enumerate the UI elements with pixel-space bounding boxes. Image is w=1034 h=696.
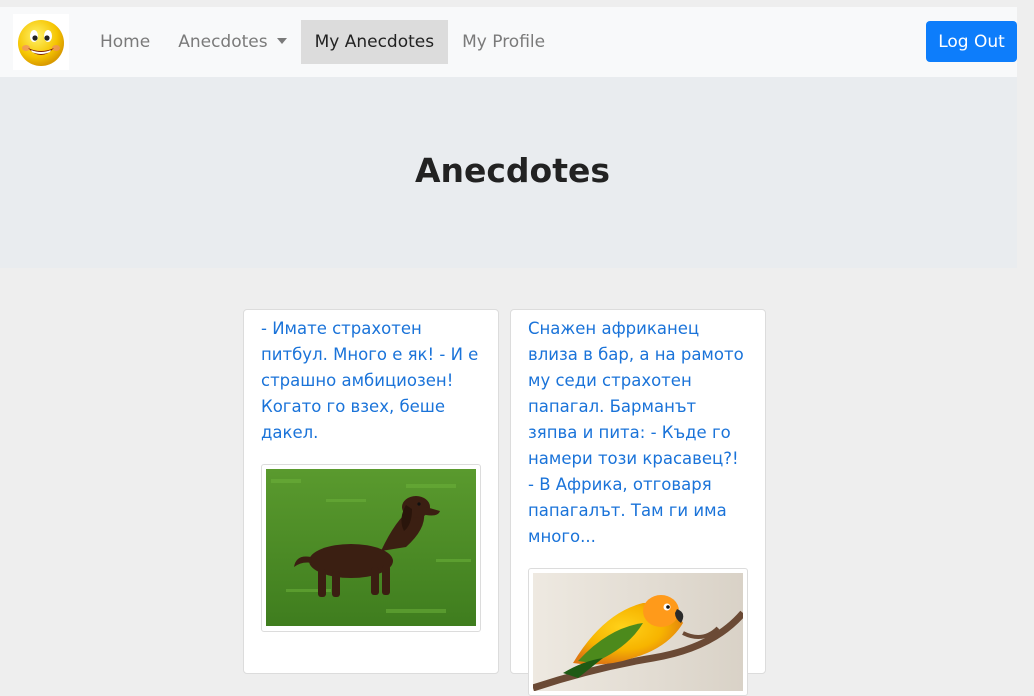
anecdote-text[interactable]: Снажен африканец влиза в бар, а на рамот… <box>528 319 744 546</box>
anecdote-image-thumbnail <box>261 464 481 632</box>
hero-banner: Anecdotes <box>0 77 1017 268</box>
nav-home-label: Home <box>100 32 151 52</box>
nav-home[interactable]: Home <box>86 20 164 64</box>
brand-logo[interactable] <box>13 14 69 70</box>
dachshund-photo <box>266 469 476 626</box>
nav-my-anecdotes[interactable]: My Anecdotes <box>300 20 449 64</box>
nav-links: Home Anecdotes My Anecdotes My Profile <box>86 20 559 64</box>
nav-my-anecdotes-label: My Anecdotes <box>314 32 435 52</box>
anecdote-image-thumbnail <box>528 568 748 696</box>
navbar: Home Anecdotes My Anecdotes My Profile L… <box>0 7 1017 77</box>
page-title: Anecdotes <box>414 151 611 190</box>
nav-anecdotes-label: Anecdotes <box>178 32 268 52</box>
top-strip <box>0 0 1034 7</box>
smiley-face-icon <box>18 20 64 66</box>
anecdote-card: Снажен африканец влиза в бар, а на рамот… <box>510 309 766 696</box>
parrot-photo <box>533 573 743 691</box>
anecdote-card: - Имате страхотен питбул. Много е як! - … <box>243 309 499 674</box>
anecdote-text[interactable]: - Имате страхотен питбул. Много е як! - … <box>261 319 478 442</box>
caret-down-icon <box>276 38 287 44</box>
nav-my-profile-label: My Profile <box>462 32 546 52</box>
logout-button[interactable]: Log Out <box>926 21 1017 62</box>
nav-my-profile[interactable]: My Profile <box>448 20 559 64</box>
nav-anecdotes-dropdown[interactable]: Anecdotes <box>164 20 300 64</box>
